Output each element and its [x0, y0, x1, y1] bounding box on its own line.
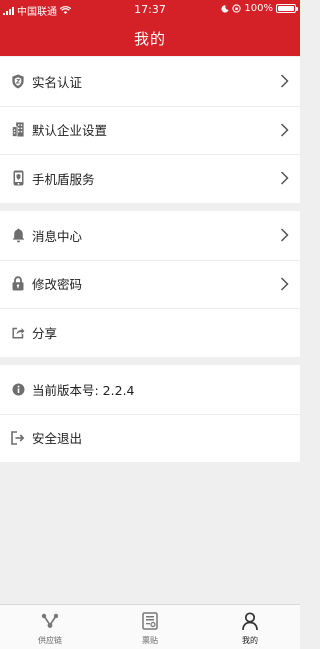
menu-group-system: 当前版本号: 2.2.4 安全退出 [0, 365, 300, 462]
menu-item-real-name-auth[interactable]: 实名认证 [0, 57, 300, 106]
phone-shield-icon [11, 170, 25, 186]
menu-item-version: 当前版本号: 2.2.4 [0, 365, 300, 414]
chevron-right-icon [280, 74, 289, 88]
logout-icon [11, 430, 25, 446]
version-label: 当前版本号: 2.2.4 [32, 382, 135, 398]
menu-item-default-company[interactable]: 默认企业设置 [0, 105, 300, 155]
tab-mine[interactable]: 我的 [200, 605, 300, 649]
moon-icon [221, 4, 230, 13]
page-title: 我的 [133, 30, 166, 48]
bell-icon [11, 227, 25, 243]
lock-icon [11, 276, 25, 292]
tab-supply-chain[interactable]: 供应链 [0, 605, 100, 649]
menu-item-label: 分享 [32, 325, 58, 341]
menu-item-share[interactable]: 分享 [0, 308, 300, 357]
menu-item-phone-shield[interactable]: 手机盾服务 [0, 154, 300, 203]
menu-item-label: 安全退出 [32, 431, 83, 447]
tab-ticket[interactable]: 票贴 [100, 605, 200, 649]
top-header: 中国联通 17:37 100% 我的 [0, 0, 300, 56]
battery-icon [276, 4, 298, 13]
battery-percent: 100% [244, 3, 273, 14]
menu-item-change-password[interactable]: 修改密码 [0, 259, 300, 309]
building-icon [11, 122, 25, 138]
supply-chain-icon [41, 613, 59, 628]
shield-icon [11, 73, 25, 89]
menu-item-label: 手机盾服务 [32, 171, 95, 187]
menu-group-settings: 消息中心 修改密码 分享 [0, 211, 300, 357]
menu-item-label: 消息中心 [32, 228, 83, 244]
status-bar: 中国联通 17:37 100% [0, 0, 300, 20]
menu-item-label: 实名认证 [32, 74, 83, 90]
menu-item-label: 修改密码 [32, 277, 83, 293]
person-icon [242, 612, 258, 631]
tab-label: 票贴 [142, 636, 158, 645]
chevron-right-icon [280, 228, 289, 242]
menu-item-label: 默认企业设置 [32, 123, 108, 139]
menu-group-account: 实名认证 默认企业设置 手机盾服务 [0, 57, 300, 203]
tab-label: 供应链 [38, 636, 62, 645]
menu-item-logout[interactable]: 安全退出 [0, 413, 300, 463]
share-icon [11, 324, 25, 340]
ticket-icon [142, 612, 158, 630]
menu-item-message-center[interactable]: 消息中心 [0, 211, 300, 260]
chevron-right-icon [280, 277, 289, 291]
bottom-tab-bar: 供应链 票贴 我的 [0, 604, 300, 649]
chevron-right-icon [280, 123, 289, 137]
tab-label: 我的 [242, 636, 258, 645]
chevron-right-icon [280, 171, 289, 185]
info-icon [11, 381, 25, 397]
rotation-lock-icon [232, 4, 242, 13]
